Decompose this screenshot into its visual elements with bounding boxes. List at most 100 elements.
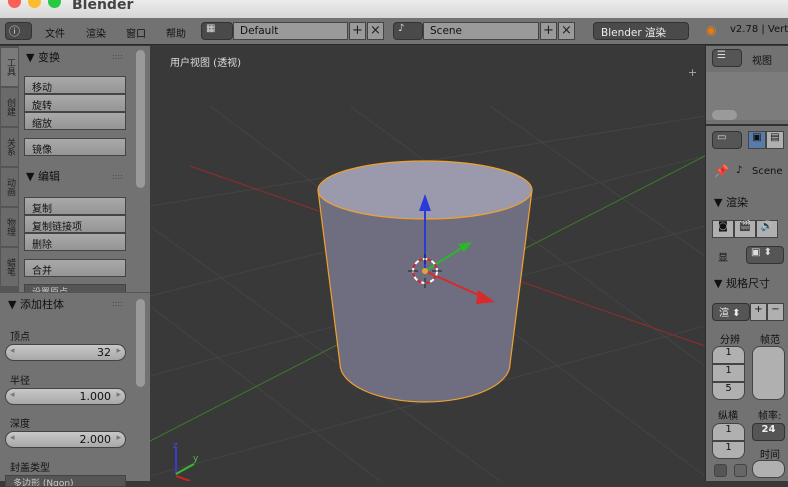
resolution-label: 分辨	[720, 335, 740, 346]
duplicate-button[interactable]: 复制	[24, 197, 126, 215]
axis-orientation-gizmo	[175, 448, 195, 481]
duplicate-linked-button[interactable]: 复制链接项	[24, 215, 126, 233]
aspect-label: 纵横	[718, 411, 738, 422]
depth-field[interactable]: 2.000	[5, 431, 126, 448]
resolution-percent-slider[interactable]: 5	[712, 382, 745, 400]
scene-context-label: Scene	[752, 166, 783, 177]
rotate-button[interactable]: 旋转	[24, 94, 126, 112]
vertices-label: 顶点	[10, 332, 30, 343]
crop-checkbox[interactable]	[734, 464, 747, 477]
close-window-button[interactable]	[8, 0, 21, 8]
tab-relations[interactable]: 关系	[1, 128, 18, 166]
tab-tools[interactable]: 工具	[1, 48, 18, 86]
depth-label: 深度	[10, 419, 30, 430]
menu-help[interactable]: 帮助	[166, 25, 186, 40]
edit-panel-header[interactable]: ▼ 编辑	[26, 168, 60, 184]
operator-panel: ▼ 添加柱体 :::: 顶点 32 半径 1.000 深度 2.000 封盖类型…	[0, 292, 150, 487]
translate-button[interactable]: 移动	[24, 76, 126, 94]
info-editor-type-icon[interactable]: ⓘ	[5, 22, 32, 40]
info-header: ⓘ 文件 渲染 窗口 帮助 ▦ Default + × ♪ Scene + × …	[0, 18, 788, 45]
menu-window[interactable]: 窗口	[126, 25, 146, 40]
tool-shelf-scrollbar[interactable]	[136, 50, 145, 188]
add-cylinder-header[interactable]: ▼ 添加柱体	[8, 296, 64, 312]
preset-label: 渲	[719, 308, 729, 319]
properties-toggle-icon[interactable]: +	[688, 66, 697, 79]
render-audio-icon[interactable]: 🔊	[756, 220, 778, 238]
frame-range-label: 帧范	[760, 335, 780, 346]
tab-grease-pencil[interactable]: 蜡笔	[1, 248, 18, 286]
resolution-y-field[interactable]: 1	[712, 364, 745, 382]
outliner-view-menu[interactable]: 视图	[752, 52, 772, 67]
properties-editor-icon[interactable]: ▭	[712, 131, 742, 149]
scene-selector-icon[interactable]: ♪	[393, 22, 423, 40]
render-image-icon[interactable]: ◙	[712, 220, 734, 238]
outliner-editor-icon[interactable]: ☰	[712, 49, 742, 67]
scale-button[interactable]: 缩放	[24, 112, 126, 130]
render-engine-label: Blender 渲染	[601, 27, 667, 39]
time-remap-fields[interactable]	[752, 460, 785, 478]
render-context-icon[interactable]: ▣	[748, 131, 766, 149]
tab-physics[interactable]: 物理	[1, 208, 18, 246]
window-title: Blender	[72, 0, 134, 13]
vertices-field[interactable]: 32	[5, 344, 126, 361]
panel-grip-icon[interactable]: ::::	[112, 172, 123, 181]
dimensions-panel-header[interactable]: ▼ 规格尺寸	[714, 275, 770, 291]
zoom-window-button[interactable]	[48, 0, 61, 8]
radius-label: 半径	[10, 376, 30, 387]
frame-range-fields[interactable]	[752, 346, 785, 400]
display-mode-select[interactable]: ▣ ⬍	[746, 246, 784, 264]
add-cylinder-title: 添加柱体	[19, 298, 64, 311]
render-layers-icon[interactable]: ▤	[766, 131, 784, 149]
minimize-window-button[interactable]	[28, 0, 41, 8]
viewport-scene	[150, 105, 705, 481]
remove-preset-icon[interactable]: −	[767, 303, 784, 321]
transform-title: 变换	[37, 51, 60, 64]
cap-type-select[interactable]: 多边形 (Ngon)	[5, 475, 126, 487]
remove-layout-icon[interactable]: ×	[367, 22, 384, 40]
aspect-x-field[interactable]: 1	[712, 423, 745, 441]
cap-type-label: 封盖类型	[10, 463, 50, 474]
resolution-x-field[interactable]: 1	[712, 346, 745, 364]
operator-scrollbar[interactable]	[136, 299, 145, 387]
render-animation-icon[interactable]: 🎬	[734, 220, 756, 238]
outliner-scrollbar[interactable]	[712, 110, 737, 120]
tab-animation[interactable]: 动画	[1, 168, 18, 206]
render-panel-header[interactable]: ▼ 渲染	[714, 194, 748, 210]
add-preset-icon[interactable]: +	[750, 303, 767, 321]
pin-icon[interactable]: 📌	[714, 164, 729, 178]
axis-y-label: y	[193, 454, 199, 464]
tab-create[interactable]: 创建	[1, 88, 18, 126]
edit-title: 编辑	[37, 170, 60, 183]
layout-name-field[interactable]: Default	[233, 22, 348, 40]
panel-grip-icon[interactable]: ::::	[112, 299, 123, 308]
scene-name-field[interactable]: Scene	[423, 22, 539, 40]
remove-scene-icon[interactable]: ×	[558, 22, 575, 40]
add-layout-icon[interactable]: +	[349, 22, 366, 40]
render-engine-select[interactable]: Blender 渲染	[593, 22, 689, 40]
layout-selector-icon[interactable]: ▦	[201, 22, 233, 40]
render-presets-select[interactable]: 渲 ⬍	[712, 303, 750, 321]
3d-viewport[interactable]: 用户视图 (透视) z y +	[150, 46, 705, 481]
fps-label: 帧率:	[758, 411, 782, 422]
viewport-label: 用户视图 (透视)	[170, 58, 241, 69]
add-scene-icon[interactable]: +	[540, 22, 557, 40]
time-label: 时间	[760, 450, 780, 461]
display-label: 显	[718, 253, 728, 264]
menu-file[interactable]: 文件	[45, 25, 65, 40]
title-bar: Blender	[0, 0, 788, 18]
tool-shelf: 工具 创建 关系 动画 物理 蜡笔 ▼ 变换 :::: 移动 旋转 缩放 镜像 …	[0, 46, 150, 487]
aspect-y-field[interactable]: 1	[712, 441, 745, 459]
panel-grip-icon[interactable]: ::::	[112, 52, 123, 61]
join-button[interactable]: 合并	[24, 259, 126, 277]
right-panels: ☰ 视图 ▭ ▣ ▤ 📌 ♪ Scene ▼ 渲染 ◙ 🎬 🔊 显 ▣ ⬍ ▼ …	[705, 46, 788, 481]
render-panel-title: 渲染	[725, 196, 748, 209]
radius-field[interactable]: 1.000	[5, 388, 126, 405]
fps-select[interactable]: 24	[752, 423, 785, 441]
delete-button[interactable]: 删除	[24, 233, 126, 251]
menu-render[interactable]: 渲染	[86, 25, 106, 40]
mirror-button[interactable]: 镜像	[24, 138, 126, 156]
axis-z-label: z	[173, 441, 178, 451]
border-checkbox[interactable]	[714, 464, 727, 477]
transform-panel-header[interactable]: ▼ 变换	[26, 49, 60, 65]
dimensions-title: 规格尺寸	[725, 277, 770, 290]
